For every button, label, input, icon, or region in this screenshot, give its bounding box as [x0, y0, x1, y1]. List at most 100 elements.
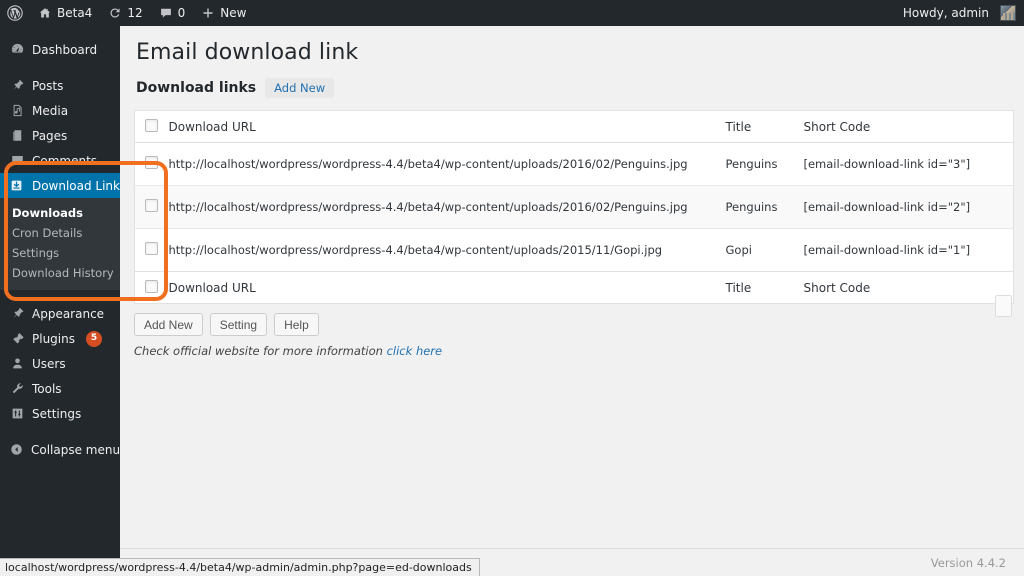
- page-title: Email download link: [136, 40, 359, 65]
- media-icon: [9, 103, 25, 119]
- my-account-menu[interactable]: Howdy, admin: [895, 0, 1024, 26]
- submenu-item-download-history[interactable]: Download History: [0, 263, 120, 283]
- sidebar-item-plugins[interactable]: Plugins 5: [0, 326, 120, 351]
- select-all-checkbox[interactable]: [145, 118, 158, 132]
- sidebar-item-comments[interactable]: Comments: [0, 148, 120, 173]
- avatar: [1000, 5, 1016, 21]
- help-button[interactable]: Help: [274, 313, 319, 336]
- sidebar-item-label: Appearance: [32, 306, 105, 321]
- cell-download-url: http://localhost/wordpress/wordpress-4.4…: [168, 185, 726, 229]
- menu-group-sep-3: [0, 426, 120, 437]
- sidebar-item-posts[interactable]: Posts: [0, 73, 120, 98]
- footer-title[interactable]: Title: [725, 271, 804, 304]
- table-footer-row: Download URL Title Short Code: [134, 271, 1014, 304]
- cell-download-url: http://localhost/wordpress/wordpress-4.4…: [168, 157, 688, 171]
- download-links-label: Download links: [136, 80, 257, 96]
- row-checkbox[interactable]: [145, 242, 158, 255]
- select-all-checkbox-footer[interactable]: [145, 279, 158, 293]
- plugins-icon: [9, 331, 25, 347]
- sidebar-item-label: Posts: [32, 78, 64, 93]
- wp-admin-bar: Beta4 12 0 New Howdy, admin: [0, 0, 1024, 26]
- downloads-table: Download URL Title Short Code http://loc…: [134, 110, 1014, 304]
- updates-icon: [108, 6, 122, 20]
- table-row[interactable]: http://localhost/wordpress/wordpress-4.4…: [135, 143, 1014, 186]
- footer-short-code[interactable]: Short Code: [803, 271, 1014, 304]
- table-row[interactable]: http://localhost/wordpress/wordpress-4.4…: [134, 228, 1014, 272]
- header-download-url[interactable]: Download URL: [168, 110, 726, 143]
- comments-menu[interactable]: 0: [151, 0, 194, 26]
- row-checkbox[interactable]: [145, 156, 158, 169]
- menu-group-sep-2: [0, 290, 120, 301]
- add-new-link-button[interactable]: Add New: [265, 78, 335, 98]
- sidebar-item-label: Settings: [32, 406, 82, 421]
- menu-group-sep-1: [0, 62, 120, 73]
- sidebar-item-label: Dashboard: [32, 42, 98, 57]
- click-here-link[interactable]: click here: [387, 344, 443, 358]
- wordpress-logo-button[interactable]: [0, 0, 30, 26]
- row-select-cell: [134, 185, 169, 229]
- site-name-menu[interactable]: Beta4: [30, 0, 100, 26]
- sidebar-item-label: Collapse menu: [31, 442, 121, 457]
- submenu-item-settings[interactable]: Settings: [0, 243, 120, 263]
- sidebar-item-users[interactable]: Users: [0, 351, 120, 376]
- cell-short-code: [email-download-link id="1"]: [803, 228, 1014, 272]
- sidebar-item-dashboard[interactable]: Dashboard: [0, 37, 120, 62]
- footer-download-url[interactable]: Download URL: [168, 271, 726, 304]
- row-select-cell: [135, 143, 169, 186]
- admin-sidebar-menu: Dashboard Posts Media Pages Comments Dow…: [0, 26, 120, 576]
- pin-icon: [9, 78, 25, 94]
- appearance-icon: [9, 306, 25, 322]
- main-content-area: Email download link Download links Add N…: [120, 26, 1024, 576]
- cell-short-code: [email-download-link id="3"]: [803, 157, 971, 171]
- plugins-update-badge: 5: [85, 330, 102, 347]
- sidebar-item-media[interactable]: Media: [0, 98, 120, 123]
- cell-title: Gopi: [725, 228, 804, 272]
- screen-options-toggle[interactable]: [995, 295, 1012, 317]
- setting-button[interactable]: Setting: [209, 313, 268, 336]
- plus-icon: [201, 6, 215, 20]
- new-content-menu[interactable]: New: [193, 0, 254, 26]
- header-short-code[interactable]: Short Code: [803, 110, 1014, 143]
- sidebar-item-appearance[interactable]: Appearance: [0, 301, 120, 326]
- sidebar-item-label: Pages: [32, 128, 68, 143]
- add-new-button[interactable]: Add New: [134, 313, 203, 336]
- users-icon: [9, 356, 25, 372]
- row-checkbox[interactable]: [145, 199, 158, 212]
- updates-menu[interactable]: 12: [100, 0, 150, 26]
- download-icon: [9, 178, 25, 194]
- table-row[interactable]: http://localhost/wordpress/wordpress-4.4…: [134, 185, 1014, 229]
- table-foot: Download URL Title Short Code: [134, 271, 1014, 304]
- comments-icon: [9, 153, 25, 169]
- home-icon: [38, 6, 52, 20]
- sidebar-item-download-link[interactable]: Download Link: [0, 173, 120, 198]
- sidebar-item-label: Tools: [32, 381, 62, 396]
- footer-version: Version 4.4.2: [930, 555, 1006, 570]
- pages-icon: [9, 128, 25, 144]
- wordpress-logo-icon: [7, 5, 23, 21]
- comment-bubble-icon: [159, 6, 173, 20]
- submenu-item-downloads[interactable]: Downloads: [0, 203, 120, 223]
- sidebar-item-pages[interactable]: Pages: [0, 123, 120, 148]
- sidebar-item-settings[interactable]: Settings: [0, 401, 120, 426]
- submenu-item-cron-details[interactable]: Cron Details: [0, 223, 120, 243]
- sidebar-item-label: Media: [32, 103, 69, 118]
- downloads-table-wrapper: Download URL Title Short Code http://loc…: [134, 110, 1014, 304]
- header-title[interactable]: Title: [725, 110, 804, 143]
- subheading-row: Download links Add New: [120, 65, 1024, 98]
- collapse-icon: [9, 442, 24, 458]
- cell-title: Penguins: [725, 185, 804, 229]
- cell-title: Penguins: [725, 157, 778, 171]
- site-name-label: Beta4: [57, 6, 93, 20]
- table-header-row: Download URL Title Short Code: [134, 110, 1014, 143]
- settings-icon: [9, 406, 25, 422]
- sidebar-item-label: Users: [32, 356, 66, 371]
- sidebar-item-tools[interactable]: Tools: [0, 376, 120, 401]
- updates-count-label: 12: [127, 6, 143, 20]
- select-all-header: [134, 110, 169, 143]
- browser-status-bar: localhost/wordpress/wordpress-4.4/beta4/…: [0, 558, 480, 576]
- table-body: http://localhost/wordpress/wordpress-4.4…: [134, 143, 1014, 272]
- sidebar-item-label: Comments: [32, 153, 98, 168]
- official-website-note: Check official website for more informat…: [120, 336, 1024, 358]
- table-head: Download URL Title Short Code: [134, 110, 1014, 143]
- sidebar-item-collapse-menu[interactable]: Collapse menu: [0, 437, 120, 462]
